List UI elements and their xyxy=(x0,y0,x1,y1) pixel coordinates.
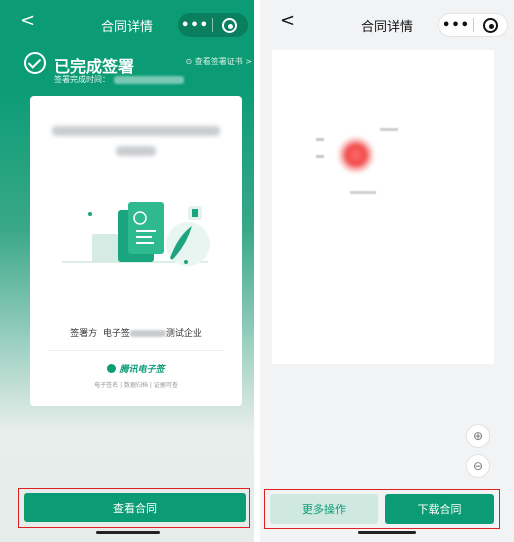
more-actions-button[interactable]: 更多操作 xyxy=(270,494,378,524)
signer-company-end: 测试企业 xyxy=(165,329,202,339)
signer-company-start: 电子签 xyxy=(102,329,130,339)
more-icon[interactable]: ••• xyxy=(178,18,212,33)
download-contract-button[interactable]: 下载合同 xyxy=(385,494,494,524)
top-bar: < 合同详情 ••• xyxy=(0,0,254,42)
sign-time-label: 签署完成时间： xyxy=(54,75,110,84)
card-divider xyxy=(48,350,224,351)
capsule-divider xyxy=(212,18,213,32)
seal-label-top xyxy=(380,128,398,131)
mini-program-capsule: ••• xyxy=(178,13,248,37)
top-bar: < 合同详情 ••• xyxy=(260,0,514,42)
signer-label: 签署方 xyxy=(70,329,98,339)
contract-name-redacted xyxy=(52,126,220,166)
seal-label-bottom xyxy=(350,191,376,194)
brand-logo: 腾讯电子签 xyxy=(30,362,242,375)
seal-label-marks xyxy=(316,138,324,172)
home-indicator xyxy=(358,531,416,534)
contract-card: 签署方 电子签 测试企业 腾讯电子签 电子签名 | 数据归档 | 证据可查 xyxy=(30,96,242,406)
contract-preview-screen: < 合同详情 ••• ⊕ ⊖ 更多操作 下载合同 xyxy=(260,0,514,542)
check-circle-icon xyxy=(24,52,46,74)
home-indicator xyxy=(96,531,160,534)
capsule-divider xyxy=(473,18,474,32)
zoom-out-icon[interactable]: ⊖ xyxy=(466,454,490,478)
sign-time-redacted xyxy=(114,75,184,84)
view-certificate-link[interactable]: ⊙ 查看签署证书 > xyxy=(186,56,253,67)
brand-tagline: 电子签名 | 数据归档 | 证据可查 xyxy=(94,382,178,389)
contract-signed-screen: < 合同详情 ••• 已完成签署 ⊙ 查看签署证书 > 签署完成时间： 签署方 … xyxy=(0,0,254,542)
signer-row: 签署方 电子签 测试企业 xyxy=(30,326,242,339)
close-ring-icon[interactable] xyxy=(222,17,237,33)
signer-company-redacted xyxy=(129,330,166,337)
contract-document-page[interactable] xyxy=(272,50,494,364)
brand-name: 腾讯电子签 xyxy=(119,365,165,375)
brand-icon xyxy=(107,364,117,373)
sign-time: 签署完成时间： xyxy=(54,74,184,85)
contract-illustration xyxy=(62,202,210,266)
mini-program-capsule: ••• xyxy=(438,13,508,37)
view-contract-button[interactable]: 查看合同 xyxy=(24,493,246,522)
close-ring-icon[interactable] xyxy=(483,17,498,33)
seal-stamp xyxy=(337,136,375,174)
more-icon[interactable]: ••• xyxy=(439,18,473,33)
zoom-in-icon[interactable]: ⊕ xyxy=(466,424,490,448)
